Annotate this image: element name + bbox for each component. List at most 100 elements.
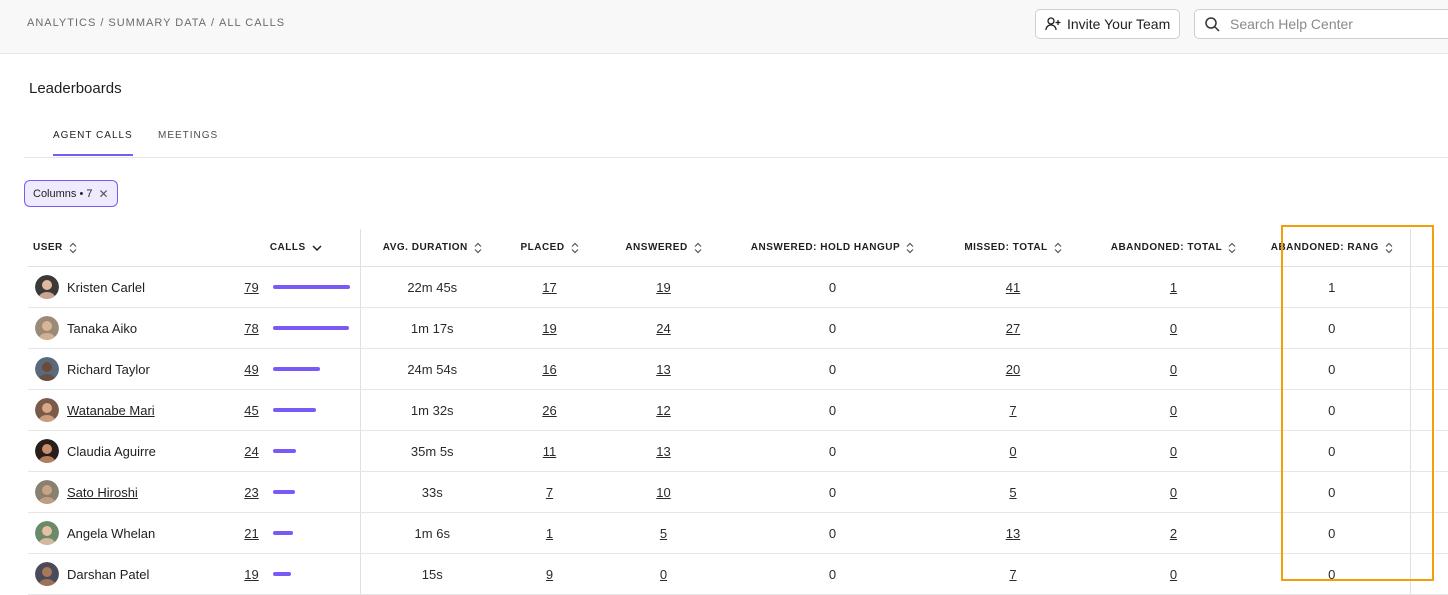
avatar-image xyxy=(35,480,59,504)
column-header-calls[interactable]: CALLS xyxy=(232,229,361,267)
chevron-down-icon[interactable] xyxy=(312,244,322,252)
column-header-abandoned-total[interactable]: ABANDONED: TOTAL xyxy=(1093,229,1254,267)
user-name[interactable]: Sato Hiroshi xyxy=(67,485,138,500)
answered-link[interactable]: 24 xyxy=(656,321,670,336)
invite-your-team-button[interactable]: Invite Your Team xyxy=(1035,9,1180,39)
table-row[interactable]: Tanaka Aiko 78 1m 17s 19 24 0 27 0 0 xyxy=(28,307,1448,349)
search-box[interactable] xyxy=(1194,9,1448,39)
search-input[interactable] xyxy=(1228,15,1432,33)
missed-link[interactable]: 7 xyxy=(1009,567,1016,582)
calls-cell: 79 xyxy=(232,266,361,308)
column-header-user[interactable]: USER xyxy=(28,229,232,267)
answered-link[interactable]: 19 xyxy=(656,280,670,295)
abandoned-total-link[interactable]: 0 xyxy=(1170,444,1177,459)
table-row[interactable]: Kristen Carlel 79 22m 45s 17 19 0 41 1 1 xyxy=(28,266,1448,308)
answered-link[interactable]: 13 xyxy=(656,362,670,377)
column-header-missed-total[interactable]: MISSED: TOTAL xyxy=(933,229,1093,267)
tab-agent-calls[interactable]: AGENT CALLS xyxy=(53,130,133,156)
answered-link[interactable]: 10 xyxy=(656,485,670,500)
missed-cell: 20 xyxy=(933,348,1093,390)
column-header-label: ANSWERED xyxy=(625,242,688,253)
abandoned-total-cell: 0 xyxy=(1093,348,1254,390)
column-header-answered[interactable]: ANSWERED xyxy=(595,229,732,267)
calls-link[interactable]: 79 xyxy=(232,280,258,295)
calls-link[interactable]: 19 xyxy=(232,567,258,582)
sort-icon[interactable] xyxy=(1054,242,1062,254)
sort-icon[interactable] xyxy=(694,242,702,254)
column-header-label: USER xyxy=(33,242,63,253)
table-row[interactable]: Watanabe Mari 45 1m 32s 26 12 0 7 0 0 xyxy=(28,389,1448,431)
breadcrumb-analytics[interactable]: ANALYTICS xyxy=(27,17,96,29)
abandoned-total-link[interactable]: 0 xyxy=(1170,321,1177,336)
sort-icon[interactable] xyxy=(906,242,914,254)
missed-link[interactable]: 41 xyxy=(1006,280,1020,295)
abandoned-total-link[interactable]: 0 xyxy=(1170,567,1177,582)
sort-icon[interactable] xyxy=(571,242,579,254)
calls-link[interactable]: 24 xyxy=(232,444,258,459)
answered-link[interactable]: 0 xyxy=(660,567,667,582)
abandoned-rang-cell: 0 xyxy=(1254,348,1411,390)
abandoned-total-link[interactable]: 1 xyxy=(1170,280,1177,295)
answered-cell: 24 xyxy=(595,307,732,349)
close-icon[interactable]: ✕ xyxy=(99,187,109,201)
abandoned-total-link[interactable]: 2 xyxy=(1170,526,1177,541)
page-title: Leaderboards xyxy=(29,80,122,97)
sort-icon[interactable] xyxy=(1228,242,1236,254)
abandoned-total-link[interactable]: 0 xyxy=(1170,403,1177,418)
placed-link[interactable]: 9 xyxy=(546,567,553,582)
placed-link[interactable]: 26 xyxy=(542,403,556,418)
tab-meetings[interactable]: MEETINGS xyxy=(158,130,218,154)
placed-link[interactable]: 7 xyxy=(546,485,553,500)
calls-link[interactable]: 45 xyxy=(232,403,258,418)
avg-duration-cell: 22m 45s xyxy=(360,266,504,308)
placed-link[interactable]: 17 xyxy=(542,280,556,295)
calls-link[interactable]: 23 xyxy=(232,485,258,500)
placed-link[interactable]: 16 xyxy=(542,362,556,377)
column-header-label: PLACED xyxy=(520,242,565,253)
missed-link[interactable]: 7 xyxy=(1009,403,1016,418)
abandoned-total-link[interactable]: 0 xyxy=(1170,485,1177,500)
sort-icon[interactable] xyxy=(474,242,482,254)
missed-link[interactable]: 27 xyxy=(1006,321,1020,336)
calls-link[interactable]: 78 xyxy=(232,321,258,336)
avg-duration-cell: 24m 54s xyxy=(360,348,504,390)
column-header-abandoned-rang[interactable]: ABANDONED: RANG xyxy=(1254,229,1411,267)
table-row[interactable]: Claudia Aguirre 24 35m 5s 11 13 0 0 0 0 xyxy=(28,430,1448,472)
column-header-avg-duration[interactable]: AVG. DURATION xyxy=(360,229,504,267)
placed-cell: 11 xyxy=(504,430,595,472)
placed-link[interactable]: 11 xyxy=(543,444,557,459)
table-row[interactable]: Richard Taylor 49 24m 54s 16 13 0 20 0 0 xyxy=(28,348,1448,390)
table-row[interactable]: Sato Hiroshi 23 33s 7 10 0 5 0 0 xyxy=(28,471,1448,513)
column-header-placed[interactable]: PLACED xyxy=(504,229,595,267)
avatar xyxy=(35,439,59,463)
search-icon xyxy=(1205,17,1220,32)
placed-link[interactable]: 1 xyxy=(546,526,553,541)
invite-button-label: Invite Your Team xyxy=(1067,16,1171,32)
overflow-cell xyxy=(1410,471,1448,513)
user-name[interactable]: Watanabe Mari xyxy=(67,403,155,418)
hold-hangup-cell: 0 xyxy=(732,389,933,431)
missed-link[interactable]: 5 xyxy=(1009,485,1016,500)
calls-cell: 23 xyxy=(232,471,361,513)
missed-link[interactable]: 13 xyxy=(1006,526,1020,541)
sort-icon[interactable] xyxy=(1385,242,1393,254)
answered-link[interactable]: 13 xyxy=(656,444,670,459)
table-row[interactable]: Darshan Patel 19 15s 9 0 0 7 0 0 xyxy=(28,553,1448,595)
abandoned-total-link[interactable]: 0 xyxy=(1170,362,1177,377)
table-row[interactable]: Angela Whelan 21 1m 6s 1 5 0 13 2 0 xyxy=(28,512,1448,554)
breadcrumb-summary-data[interactable]: SUMMARY DATA xyxy=(108,17,207,29)
avg-duration-cell: 1m 17s xyxy=(360,307,504,349)
missed-link[interactable]: 0 xyxy=(1009,444,1016,459)
answered-link[interactable]: 5 xyxy=(660,526,667,541)
calls-bar xyxy=(272,367,350,371)
column-header-answered-hold-hangup[interactable]: ANSWERED: HOLD HANGUP xyxy=(732,229,933,267)
calls-link[interactable]: 21 xyxy=(232,526,258,541)
placed-link[interactable]: 19 xyxy=(542,321,556,336)
avatar xyxy=(35,521,59,545)
missed-link[interactable]: 20 xyxy=(1006,362,1020,377)
answered-link[interactable]: 12 xyxy=(656,403,670,418)
columns-filter-chip[interactable]: Columns • 7 ✕ xyxy=(24,180,118,207)
sort-icon[interactable] xyxy=(69,242,77,254)
overflow-cell xyxy=(1410,389,1448,431)
calls-link[interactable]: 49 xyxy=(232,362,258,377)
